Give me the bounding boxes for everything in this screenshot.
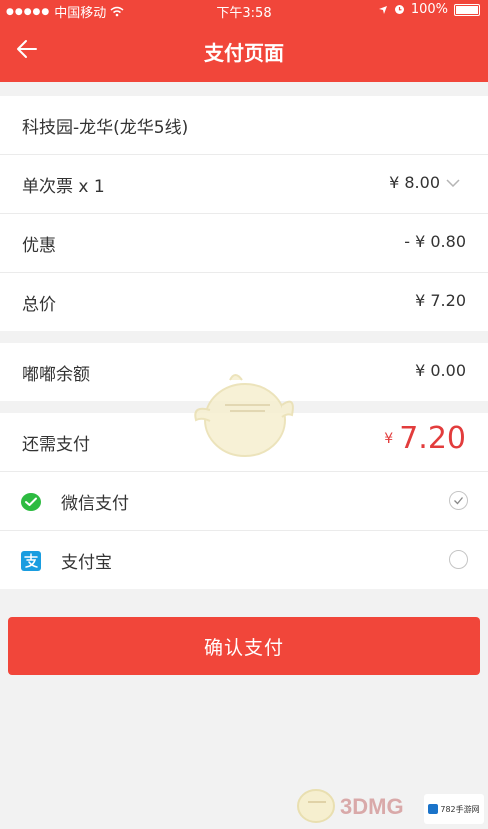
ticket-row[interactable]: 单次票 x 1 ¥ 8.00 (0, 155, 488, 214)
total-label: 总价 (22, 295, 56, 315)
route-label: 科技园-龙华(龙华5线) (22, 118, 189, 138)
amount-due-value: ¥7.20 (384, 421, 466, 456)
mascot-watermark-icon (194, 374, 294, 457)
discount-label: 优惠 (22, 236, 56, 256)
payment-option-label: 支付宝 (61, 553, 112, 573)
order-details: 科技园-龙华(龙华5线) 单次票 x 1 ¥ 8.00 优惠 - ¥ 0.80 … (0, 96, 488, 331)
balance-value: ¥ 0.00 (415, 361, 466, 380)
radio-unchecked[interactable] (449, 550, 468, 569)
status-bar: ●●●●● 中国移动 下午3:58 100% (0, 0, 488, 21)
wechat-pay-icon (21, 493, 41, 511)
amount-due-number: 7.20 (399, 421, 466, 456)
watermark-text: 3DMG (340, 794, 404, 819)
watermark-site: 782手游网 (440, 804, 480, 814)
discount-row: 优惠 - ¥ 0.80 (0, 214, 488, 273)
mascot-small-icon (297, 789, 335, 823)
watermark-site-box: 782手游网 (424, 794, 484, 824)
location-icon (378, 5, 387, 14)
status-right: 100% (378, 2, 480, 17)
payment-option-wechat[interactable]: 微信支付 (0, 472, 488, 531)
total-value: ¥ 7.20 (415, 291, 466, 310)
alipay-icon (21, 551, 41, 571)
ticket-price: ¥ 8.00 (389, 173, 440, 192)
amount-due-currency: ¥ (384, 430, 394, 447)
nav-bar: 支付页面 (0, 20, 488, 82)
ticket-label: 单次票 x 1 (22, 177, 105, 197)
payment-option-label: 微信支付 (61, 494, 129, 514)
amount-due-label: 还需支付 (22, 435, 90, 455)
corner-watermark: 3DMG 782手游网 (290, 780, 486, 826)
discount-value: - ¥ 0.80 (404, 232, 466, 251)
confirm-payment-button[interactable]: 确认支付 (8, 617, 480, 675)
page-title: 支付页面 (204, 41, 284, 65)
battery-icon (454, 3, 480, 16)
site-logo-icon (428, 804, 439, 814)
payment-option-alipay[interactable]: 支付宝 (0, 531, 488, 589)
total-row: 总价 ¥ 7.20 (0, 273, 488, 331)
check-icon (454, 497, 463, 505)
balance-label: 嘟嘟余额 (22, 365, 90, 385)
battery-label: 100% (410, 2, 448, 17)
chevron-down-icon[interactable] (446, 179, 460, 187)
radio-checked[interactable] (449, 491, 468, 510)
route-row: 科技园-龙华(龙华5线) (0, 96, 488, 155)
alarm-icon (394, 5, 404, 14)
